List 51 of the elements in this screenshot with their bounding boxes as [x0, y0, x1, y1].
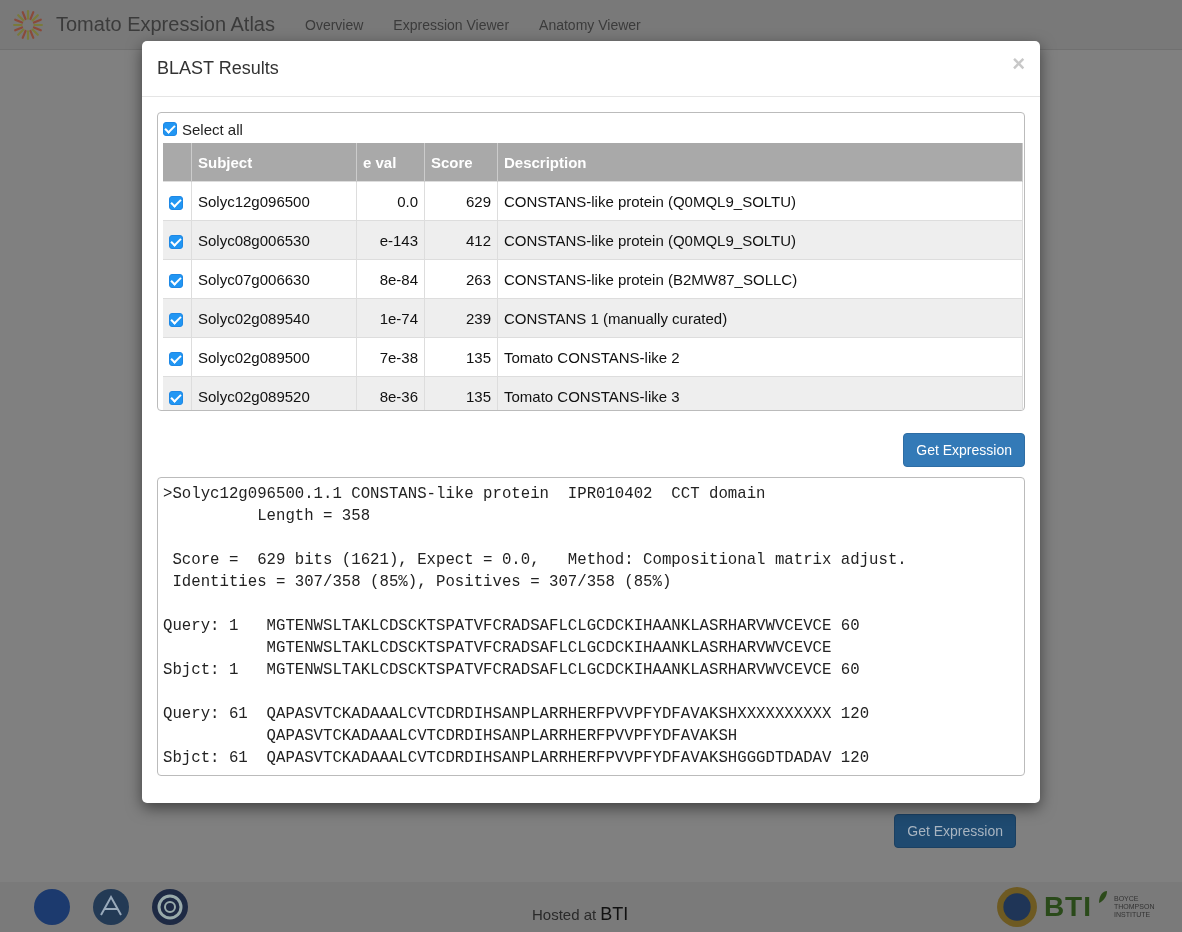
alignment-line: Identities = 307/358 (85%), Positives = 307/358 (85%) [171, 572, 673, 593]
alignment-line: Score = 629 bits (1621), Expect = 0.0, Method: Compositional matrix adjust. [171, 550, 908, 571]
alignment-line: Query: 1 MGTENWSLTAKLCDSCKTSPATVFCRADSAFLCLGCDCKIHAANKLASRHARVWVCEVCE 60 [163, 616, 861, 637]
checkbox[interactable] [163, 122, 177, 136]
column-header: Description [497, 143, 1023, 182]
nav-link[interactable]: Overview [305, 16, 364, 33]
checkbox[interactable] [169, 195, 183, 210]
table-cell: Solyc02g089520 [191, 376, 357, 410]
column-header: Subject [191, 143, 357, 182]
seal-logo-icon [995, 886, 1038, 928]
checkbox[interactable] [169, 234, 183, 249]
table-cell: 1e-74 [356, 298, 425, 338]
hosted-link[interactable]: BTI [600, 903, 629, 925]
alignment-line: Length = 358 [256, 506, 372, 527]
table-cell: 239 [424, 298, 498, 338]
institute-logo: BTI [1043, 891, 1092, 923]
nav-link[interactable]: Expression Viewer [393, 16, 510, 33]
table-cell: CONSTANS-like protein (Q0MQL9_SOLTU) [497, 220, 1023, 260]
alignment-line: Sbjct: 61 QAPASVTCKADAAALCVTCDRDIHSANPLARRHERFPVVPFYDFAVAKSHGGGDTDADAV 120 [163, 748, 871, 769]
checkbox[interactable] [169, 390, 183, 405]
get-expression-button[interactable]: Get Expression [894, 814, 1016, 848]
table-cell: Tomato CONSTANS-like 3 [497, 376, 1023, 410]
checkbox[interactable] [169, 273, 183, 288]
table-cell: Solyc02g089540 [191, 298, 357, 338]
checkbox[interactable] [169, 312, 183, 327]
sphere-icon[interactable] [91, 887, 131, 927]
modal-title: BLAST Results [157, 58, 279, 79]
checkbox[interactable] [169, 351, 183, 366]
table-cell: 412 [424, 220, 498, 260]
alignment-line: Sbjct: 1 MGTENWSLTAKLCDSCKTSPATVFCRADSAFLCLGCDCKIHAANKLASRHARVWVCEVCE 60 [163, 660, 861, 681]
alignment-line: MGTENWSLTAKLCDSCKTSPATVFCRADSAFLCLGCDCKIHAANKLASRHARVWVCEVCE [265, 638, 833, 659]
table-cell: CONSTANS 1 (manually curated) [497, 298, 1023, 338]
alignment-line: QAPASVTCKADAAALCVTCDRDIHSANPLARRHERFPVVPFYDFAVAKSH [265, 726, 739, 747]
table-cell: e-143 [356, 220, 425, 260]
site-title[interactable]: Tomato Expression Atlas [56, 13, 275, 36]
alignment-line: >Solyc12g096500.1.1 CONSTANS-like protein IPR010402 CCT domain [163, 484, 767, 505]
table-cell: 8e-36 [356, 376, 425, 410]
sphere-icon[interactable] [32, 887, 72, 927]
get-expression-button[interactable]: Get Expression [903, 433, 1025, 467]
close-button[interactable]: × [1012, 52, 1025, 75]
hosted-label: Hosted at [532, 905, 597, 923]
alignment-line: Query: 61 QAPASVTCKADAAALCVTCDRDIHSANPLARRHERFPVVPFYDFAVAKSHXXXXXXXXXX 120 [163, 704, 871, 725]
sphere-icon[interactable] [150, 887, 190, 927]
leaf-icon [1098, 890, 1108, 904]
select-all-label: Select all [182, 120, 243, 138]
table-cell: 135 [424, 376, 498, 410]
sunburst-logo-icon [12, 8, 44, 41]
table-cell: Solyc08g006530 [191, 220, 357, 260]
column-header: e val [356, 143, 425, 182]
nav-link[interactable]: Anatomy Viewer [539, 16, 641, 33]
column-header: Score [424, 143, 498, 182]
